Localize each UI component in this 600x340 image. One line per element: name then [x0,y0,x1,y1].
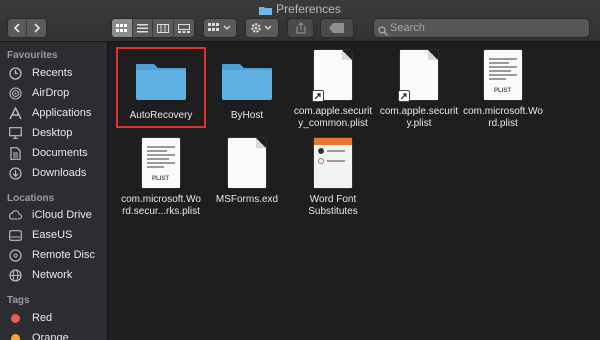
sidebar-section-locations: Locations [7,193,55,204]
red-tag-dot [8,311,22,325]
file-item-security-common-plist[interactable]: com.apple.securit y_common.plist [285,48,381,130]
file-item-autorecovery[interactable]: AutoRecovery [113,52,209,122]
search-icon [378,23,388,41]
window-title-text: Preferences [276,2,341,16]
file-name: com.microsoft.Wo rd.plist [463,106,543,129]
forward-button[interactable] [27,19,46,37]
file-item-word-security-bookmarks-plist[interactable]: PLIST com.microsoft.Wo rd.secur...rks.pl… [113,136,209,218]
file-name: Word Font Substitutes [308,194,358,217]
sidebar-item-label: Network [32,269,73,281]
file-item-msforms-exd[interactable]: MSForms.exd [199,136,295,206]
sidebar-item-label: Documents [32,147,88,159]
file-grid: AutoRecovery ByHost com.apple.securit y_… [109,42,600,340]
gear-icon [251,23,272,33]
grid-icon [116,23,128,32]
sidebar-item-applications[interactable]: Applications [8,104,91,122]
sidebar-item-label: Orange [32,332,69,340]
sidebar-item-easeus[interactable]: EaseUS [8,226,72,244]
sidebar-item-icloud-drive[interactable]: iCloud Drive [8,206,92,224]
desktop-icon [8,126,22,140]
action-button[interactable] [245,18,279,38]
globe-icon [8,268,22,282]
nav-buttons [7,18,47,38]
preference-document-icon [302,136,364,190]
finder-window: Preferences Search Favourites Recents Ai… [0,0,600,340]
file-name: AutoRecovery [129,110,193,121]
group-by-button[interactable] [203,18,237,38]
chevron-left-icon [13,23,20,33]
sidebar-item-label: Desktop [32,127,73,139]
columns-icon [156,23,169,33]
sidebar-item-label: Recents [32,67,73,79]
downloads-icon [8,166,22,180]
sidebar-item-tag-orange[interactable]: Orange [8,329,69,340]
plist-document-icon: PLIST [130,136,192,190]
documents-icon [8,146,22,160]
orange-tag-dot [8,331,22,340]
gallery-view-button[interactable] [174,19,194,37]
alias-arrow-icon [398,90,410,102]
alias-arrow-icon [312,90,324,102]
file-name: com.apple.securit y_common.plist [293,106,373,129]
file-name: ByHost [230,110,264,121]
list-icon [136,23,148,32]
file-item-word-font-substitutes[interactable]: Word Font Substitutes [285,136,381,218]
search-input[interactable] [390,19,585,37]
sidebar-item-label: Remote Disc [32,249,95,261]
airdrop-icon [8,86,22,100]
edit-tags-button[interactable] [320,18,354,38]
plist-document-icon: PLIST [472,48,534,102]
tag-icon [329,23,344,33]
sidebar-item-tag-red[interactable]: Red [8,309,52,327]
chevron-right-icon [33,23,40,33]
sidebar-section-tags: Tags [7,295,30,306]
group-grid-icon [208,23,231,31]
sidebar-item-desktop[interactable]: Desktop [8,124,72,142]
toolbar: Preferences [0,0,600,42]
search-field[interactable] [373,18,590,38]
document-icon [216,136,278,190]
sidebar-item-label: AirDrop [32,87,70,99]
file-name: com.microsoft.Wo rd.secur...rks.plist [121,194,201,217]
sidebar-item-label: Downloads [32,167,87,179]
sidebar-item-documents[interactable]: Documents [8,144,88,162]
back-button[interactable] [8,19,28,37]
list-view-button[interactable] [133,19,153,37]
sidebar: Favourites Recents AirDrop Applications … [0,42,108,340]
document-alias-icon [388,48,450,102]
sidebar-item-airdrop[interactable]: AirDrop [8,84,69,102]
disc-icon [8,248,22,262]
file-name: com.apple.securit y.plist [379,106,459,129]
folder-icon [216,52,278,106]
sidebar-section-favourites: Favourites [7,50,58,61]
file-item-security-plist[interactable]: com.apple.securit y.plist [371,48,467,130]
file-item-word-plist[interactable]: PLIST com.microsoft.Wo rd.plist [455,48,551,130]
clock-icon [8,66,22,80]
column-view-button[interactable] [153,19,174,37]
drive-icon [8,228,22,242]
file-item-byhost[interactable]: ByHost [199,52,295,122]
share-icon [296,22,305,34]
icon-view-button[interactable] [112,19,133,37]
folder-icon [259,4,273,18]
window-title: Preferences [0,2,600,18]
applications-icon [8,106,22,120]
sidebar-item-label: EaseUS [32,229,73,241]
sidebar-item-remote-disc[interactable]: Remote Disc [8,246,95,264]
sidebar-item-label: Red [32,312,53,324]
document-alias-icon [302,48,364,102]
view-mode-control [111,18,195,38]
sidebar-item-downloads[interactable]: Downloads [8,164,86,182]
sidebar-item-label: Applications [32,107,92,119]
folder-icon [130,52,192,106]
file-name: MSForms.exd [215,194,279,205]
share-button[interactable] [287,18,314,38]
sidebar-item-recents[interactable]: Recents [8,64,72,82]
cloud-icon [8,208,22,222]
gallery-icon [177,23,190,33]
sidebar-item-label: iCloud Drive [32,209,92,221]
sidebar-item-network[interactable]: Network [8,266,72,284]
